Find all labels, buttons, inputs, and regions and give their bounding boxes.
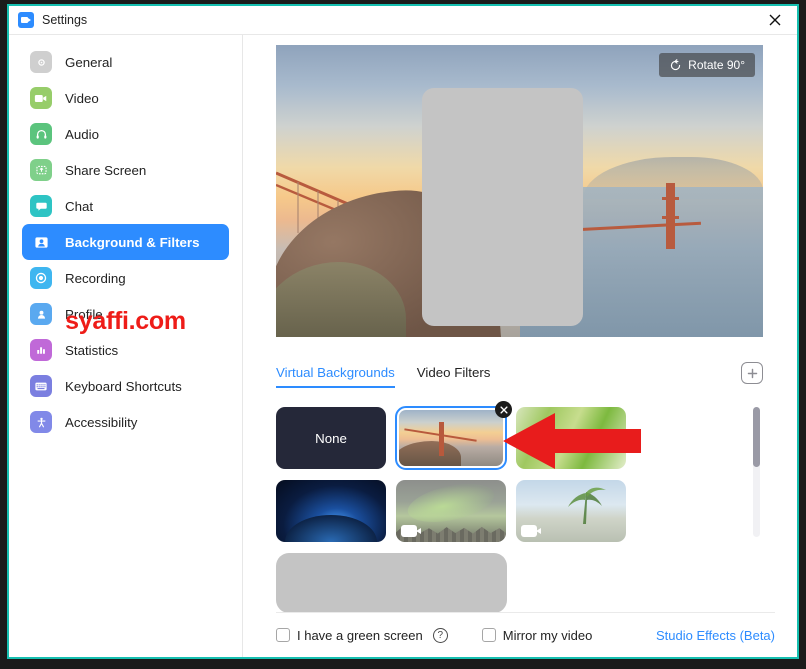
window-title: Settings xyxy=(42,13,88,27)
video-badge-icon xyxy=(401,525,421,537)
preview-bridge-tower xyxy=(662,183,679,249)
sidebar-item-label: Audio xyxy=(65,126,100,142)
sidebar-item-audio[interactable]: Audio xyxy=(22,116,229,152)
tab-virtual-backgrounds[interactable]: Virtual Backgrounds xyxy=(276,365,395,388)
sidebar-item-label: Keyboard Shortcuts xyxy=(65,378,182,394)
title-bar-left: Settings xyxy=(9,12,87,28)
rotate-counterclockwise-icon xyxy=(669,58,682,72)
watermark-text: syaffi.com xyxy=(65,307,186,335)
sidebar-item-label: Recording xyxy=(65,270,126,286)
help-circle-icon[interactable]: ? xyxy=(432,627,448,643)
sidebar-item-share-screen[interactable]: Share Screen xyxy=(22,152,229,188)
rotate-90-button[interactable]: Rotate 90° xyxy=(659,53,755,77)
sidebar-item-statistics[interactable]: Statistics xyxy=(22,332,229,368)
sidebar-item-recording[interactable]: Recording xyxy=(22,260,229,296)
thumbnail-aurora-image xyxy=(396,480,506,542)
remove-background-icon[interactable] xyxy=(495,401,512,418)
sidebar-item-keyboard-shortcuts[interactable]: Keyboard Shortcuts xyxy=(22,368,229,404)
studio-effects-link[interactable]: Studio Effects (Beta) xyxy=(656,628,775,643)
thumbnail-space[interactable] xyxy=(276,480,386,542)
sidebar-item-video[interactable]: Video xyxy=(22,80,229,116)
thumbnail-grass[interactable] xyxy=(516,407,626,469)
gear-icon xyxy=(30,51,52,73)
scrollbar-thumb[interactable] xyxy=(753,407,760,467)
sidebar-item-general[interactable]: General xyxy=(22,44,229,80)
video-camera-icon xyxy=(30,87,52,109)
bottom-options-bar: I have a green screen ? Mirror my video … xyxy=(276,613,775,657)
video-preview: Rotate 90° xyxy=(276,45,763,337)
sidebar-item-accessibility[interactable]: Accessibility xyxy=(22,404,229,440)
sidebar-item-label: Chat xyxy=(65,198,94,214)
video-badge-icon xyxy=(521,525,541,537)
settings-window: Settings General Video Audio Share Scree… xyxy=(7,4,799,659)
main-panel: Rotate 90° Virtual Backgrounds Video Fil… xyxy=(243,35,797,657)
sidebar-item-background-and-filters[interactable]: Background & Filters xyxy=(22,224,229,260)
accessibility-icon xyxy=(30,411,52,433)
background-person-icon xyxy=(30,231,52,253)
keyboard-icon xyxy=(30,375,52,397)
green-screen-checkbox-group[interactable]: I have a green screen xyxy=(276,628,423,643)
thumbnail-aurora[interactable] xyxy=(396,480,506,542)
thumbnail-golden-gate[interactable] xyxy=(395,401,512,470)
green-screen-label: I have a green screen xyxy=(297,627,423,643)
headphones-icon xyxy=(30,123,52,145)
thumbnail-beach-image xyxy=(516,480,626,542)
sidebar-item-label: Background & Filters xyxy=(65,234,200,250)
thumbnail-grass-image xyxy=(516,407,626,469)
record-circle-icon xyxy=(30,267,52,289)
thumbnails-scrollbar[interactable] xyxy=(753,407,760,537)
sidebar-item-label: Video xyxy=(65,90,99,106)
thumbnail-none[interactable]: None xyxy=(276,407,386,469)
background-thumbnails-area: None xyxy=(276,401,763,613)
sidebar-item-label: Accessibility xyxy=(65,414,138,430)
sidebar-item-label: General xyxy=(65,54,113,70)
zoom-logo-icon xyxy=(18,12,34,28)
sidebar-item-label: Share Screen xyxy=(65,162,147,178)
share-screen-icon xyxy=(30,159,52,181)
privacy-mask-overlay xyxy=(422,88,583,326)
close-icon[interactable] xyxy=(753,6,797,34)
bar-chart-icon xyxy=(30,339,52,361)
thumbnail-bridge-deck xyxy=(404,427,477,442)
background-thumbnails-grid: None xyxy=(276,401,742,613)
thumbnail-beach[interactable] xyxy=(516,480,626,542)
settings-sidebar: General Video Audio Share Screen Chat Ba… xyxy=(9,35,243,657)
thumbnail-placeholder-block xyxy=(276,553,507,613)
plus-box-icon[interactable] xyxy=(741,362,763,384)
rotate-90-label: Rotate 90° xyxy=(688,58,745,72)
tab-video-filters[interactable]: Video Filters xyxy=(417,365,491,388)
chat-bubble-icon xyxy=(30,195,52,217)
background-tabs: Virtual Backgrounds Video Filters xyxy=(276,362,763,393)
thumbnail-rock xyxy=(399,441,462,466)
title-bar: Settings xyxy=(9,6,797,34)
palm-tree-icon xyxy=(562,484,610,532)
window-body: General Video Audio Share Screen Chat Ba… xyxy=(9,35,797,657)
green-screen-checkbox[interactable] xyxy=(276,628,290,642)
mirror-video-checkbox-group[interactable]: Mirror my video xyxy=(481,627,593,643)
sidebar-item-label: Statistics xyxy=(65,342,119,358)
mirror-video-label: Mirror my video xyxy=(502,627,593,643)
thumbnail-space-image xyxy=(276,480,386,542)
thumbnail-golden-gate-image xyxy=(399,410,503,466)
sidebar-item-chat[interactable]: Chat xyxy=(22,188,229,224)
thumbnail-none-label: None xyxy=(276,407,386,469)
mirror-video-checkbox[interactable] xyxy=(481,628,496,642)
